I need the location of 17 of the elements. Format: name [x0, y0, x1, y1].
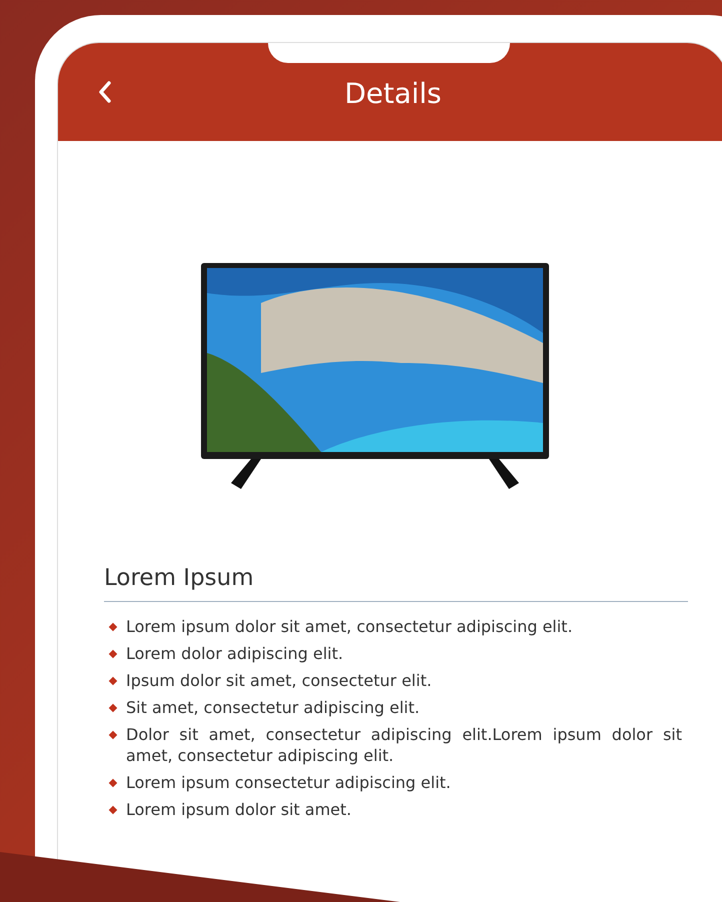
- bullet-icon: [108, 622, 118, 632]
- bullet-icon: [108, 650, 118, 658]
- bullet-icon: [108, 676, 118, 686]
- bullet-icon: [108, 778, 118, 788]
- header-title: Details: [344, 76, 442, 110]
- bullet-text: Lorem ipsum dolor sit amet.: [126, 799, 352, 820]
- bullet-icon: [108, 730, 118, 740]
- bullet-icon: [108, 806, 118, 814]
- bullet-text: Sit amet, consectetur adipiscing elit.: [126, 697, 421, 718]
- bullet-text: Lorem ipsum dolor sit amet, consectetur adipiscing elit.: [126, 616, 574, 637]
- bullet-text: Dolor sit amet, consectetur adipiscing elit.Lorem ipsum dolor sit amet, consectetur adipiscing elit.: [126, 724, 682, 766]
- bullet-text: Lorem ipsum consectetur adipiscing elit.: [126, 772, 452, 793]
- section-title: Lorem Ipsum: [104, 565, 255, 593]
- bullet-icon: [108, 704, 118, 712]
- bullet-text: Lorem dolor adipiscing elit.: [126, 643, 344, 664]
- back-icon[interactable]: [98, 81, 112, 103]
- bullet-text: Ipsum dolor sit amet, consectetur elit.: [126, 670, 433, 691]
